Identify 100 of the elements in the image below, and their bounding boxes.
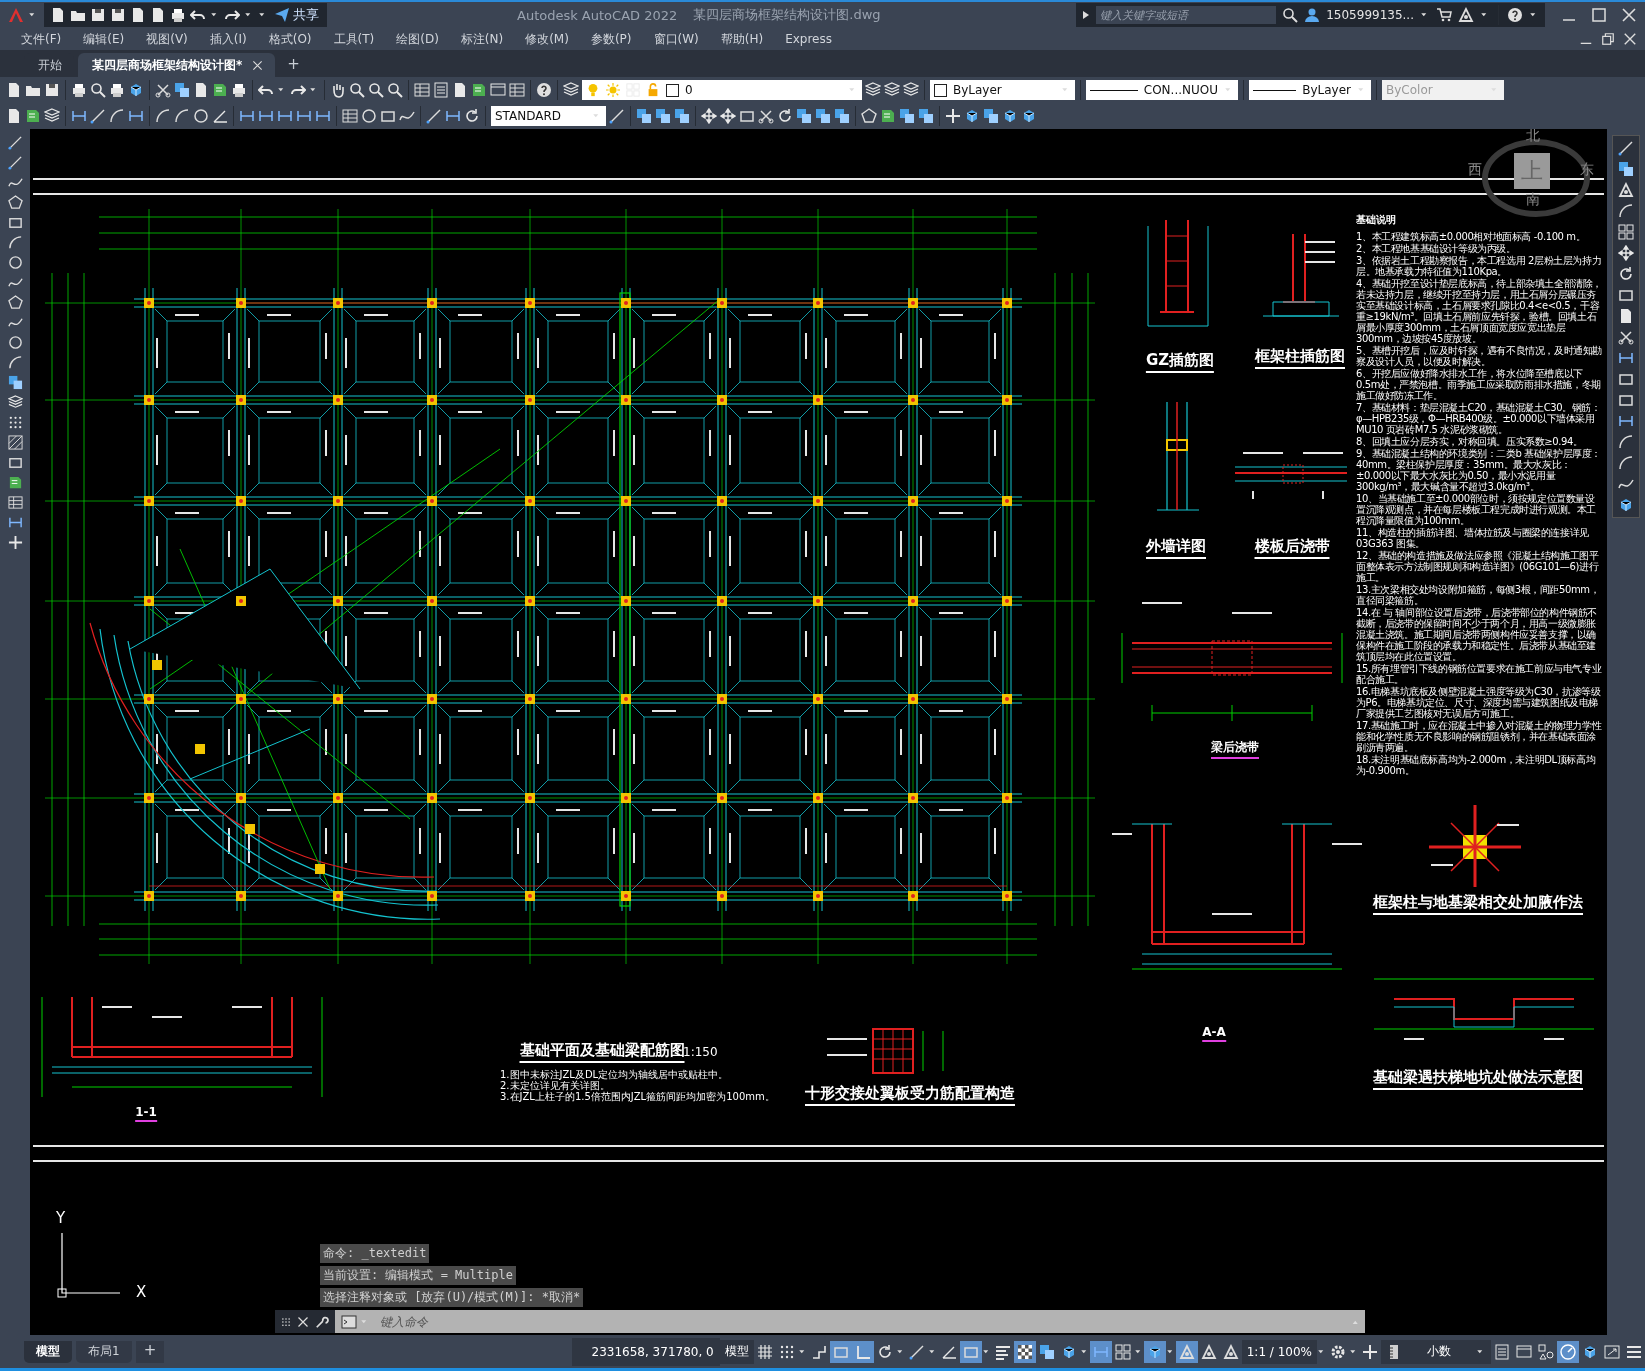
dots-icon[interactable] (281, 1316, 291, 1327)
arc-icon[interactable] (7, 235, 23, 250)
dimension-icon[interactable] (277, 108, 293, 124)
compass-direction[interactable]: 西 (1468, 161, 1482, 179)
line-icon[interactable] (609, 108, 625, 124)
arc-icon[interactable] (1618, 203, 1634, 219)
save-icon[interactable] (44, 82, 60, 98)
circle-icon[interactable] (361, 108, 377, 124)
copy-icon[interactable] (815, 108, 831, 124)
move-icon[interactable] (1618, 245, 1634, 261)
circle-icon[interactable] (7, 255, 23, 270)
layers-icon[interactable] (563, 82, 579, 98)
layout-tab[interactable]: 模型 (24, 1340, 72, 1363)
status-toggle-button[interactable] (1175, 1340, 1198, 1363)
zoom-icon[interactable] (368, 82, 384, 98)
menu-item[interactable]: 插入(I) (198, 30, 258, 48)
menu-item[interactable]: 工具(T) (322, 30, 386, 48)
hand-icon[interactable] (330, 82, 346, 98)
arc-icon[interactable] (174, 108, 190, 124)
annotation-scale-button[interactable]: 1:1 / 100% (1241, 1339, 1317, 1364)
printer-icon[interactable] (170, 7, 186, 23)
printer-icon[interactable] (231, 82, 247, 98)
rotate-icon[interactable] (777, 108, 793, 124)
window-icon[interactable] (1516, 1343, 1532, 1360)
arc-icon[interactable] (109, 108, 125, 124)
line-icon[interactable] (7, 155, 23, 170)
menu-item[interactable]: 绘图(D) (385, 30, 450, 48)
compass-direction[interactable]: 南 (1526, 191, 1540, 209)
document-icon[interactable] (150, 7, 166, 23)
status-toggle-button[interactable] (1013, 1340, 1036, 1363)
document-icon[interactable] (193, 82, 209, 98)
menu-item[interactable]: 视图(V) (135, 30, 199, 48)
document-icon[interactable] (452, 82, 468, 98)
dimension-icon[interactable] (445, 108, 461, 124)
hardware-acceleration-button[interactable] (1557, 1340, 1579, 1363)
arc-icon[interactable] (7, 355, 23, 370)
units-dropdown[interactable]: 小数 (1381, 1339, 1491, 1364)
shapes-icon[interactable] (1538, 1343, 1554, 1360)
line-icon[interactable] (1618, 140, 1634, 156)
rotate-icon[interactable] (1618, 266, 1634, 282)
zoom-icon[interactable] (90, 82, 106, 98)
new-tab-button[interactable]: + (279, 55, 308, 77)
copy-icon[interactable] (796, 108, 812, 124)
paper-icon[interactable] (212, 82, 228, 98)
line-icon[interactable] (426, 108, 442, 124)
menu-item[interactable]: 文件(F) (10, 30, 73, 48)
move-icon[interactable] (720, 108, 736, 124)
close-icon[interactable] (1623, 32, 1637, 46)
rectangle-icon[interactable] (1618, 392, 1634, 408)
dropdown[interactable]: ByLayer (1249, 80, 1371, 100)
status-toggle-button[interactable] (851, 1340, 874, 1363)
menu-item[interactable]: 参数(P) (579, 30, 643, 48)
polygon-icon[interactable] (7, 295, 23, 310)
share-button[interactable]: 共享 (272, 6, 321, 24)
circle-icon[interactable] (7, 335, 23, 350)
layers-icon[interactable] (7, 395, 23, 410)
menu-item[interactable]: 标注(N) (449, 30, 515, 48)
printer-icon[interactable] (109, 82, 125, 98)
menu-item[interactable]: 修改(M) (514, 30, 580, 48)
document-icon[interactable] (6, 82, 22, 98)
document-icon[interactable] (1618, 308, 1634, 324)
dropdown[interactable]: ByLayer (930, 80, 1075, 100)
copy-icon[interactable] (174, 82, 190, 98)
paper-icon[interactable] (25, 108, 41, 124)
dimension-icon[interactable] (128, 108, 144, 124)
dimension-icon[interactable] (1618, 413, 1634, 429)
plus-icon[interactable] (7, 535, 23, 550)
status-toggle-button[interactable] (1089, 1340, 1112, 1363)
cube-icon[interactable] (964, 108, 980, 124)
layers-icon[interactable] (865, 82, 881, 98)
list-icon[interactable] (1494, 1343, 1510, 1360)
layers-icon[interactable] (44, 108, 60, 124)
polygon-icon[interactable] (861, 108, 877, 124)
rotate-icon[interactable] (464, 108, 480, 124)
close-icon[interactable] (1621, 7, 1637, 23)
document-icon[interactable] (130, 7, 146, 23)
cube-icon[interactable] (1582, 1343, 1598, 1360)
layers-icon[interactable] (884, 82, 900, 98)
copy-icon[interactable] (918, 108, 934, 124)
dimension-icon[interactable] (239, 108, 255, 124)
table-icon[interactable] (509, 82, 525, 98)
trim-icon[interactable] (758, 108, 774, 124)
maximize-icon[interactable] (1591, 7, 1607, 23)
menu-item[interactable]: 格式(O) (257, 30, 323, 48)
triangle-icon[interactable] (1618, 182, 1634, 198)
search-icon[interactable] (1282, 7, 1299, 23)
window-icon[interactable] (490, 82, 506, 98)
cart-icon[interactable] (1436, 7, 1452, 23)
cube-icon[interactable] (1618, 497, 1634, 513)
paper-icon[interactable] (7, 475, 23, 490)
rectangle-icon[interactable] (1618, 371, 1634, 387)
angle-icon[interactable] (212, 108, 228, 124)
dropdown[interactable]: STANDARD (491, 106, 606, 126)
add-layout-button[interactable]: + (135, 1340, 165, 1363)
zoom-icon[interactable] (349, 82, 365, 98)
menu-item[interactable]: Express (774, 32, 843, 46)
circle-icon[interactable] (193, 108, 209, 124)
hatch-icon[interactable] (7, 435, 23, 450)
save-icon[interactable] (110, 7, 126, 23)
zoom-icon[interactable] (387, 82, 403, 98)
